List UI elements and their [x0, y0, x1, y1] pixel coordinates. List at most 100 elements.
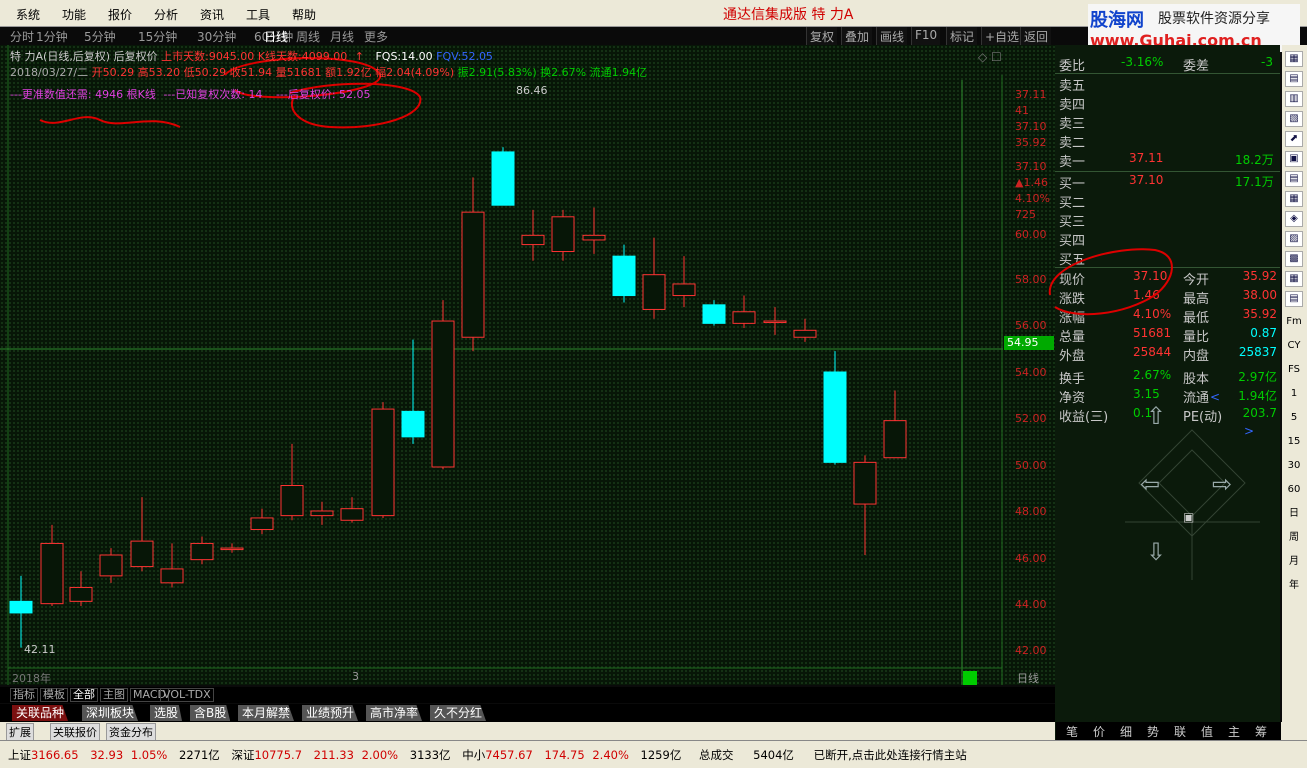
- side-period-button[interactable]: 30: [1285, 459, 1303, 475]
- candle-body[interactable]: [40, 542, 64, 605]
- candle-body[interactable]: [793, 329, 817, 338]
- tab-fund-dist[interactable]: 资金分布: [106, 723, 156, 741]
- tick-tab[interactable]: 势: [1147, 723, 1159, 740]
- arrow-down-icon[interactable]: ⇩: [1146, 538, 1166, 566]
- tick-tab[interactable]: 笔: [1066, 723, 1078, 740]
- candle-body[interactable]: [461, 211, 485, 338]
- side-tool-icon[interactable]: ▤: [1285, 71, 1303, 87]
- side-tool-icon[interactable]: ▦: [1285, 191, 1303, 207]
- tab-stock-pick[interactable]: 选股: [150, 705, 183, 721]
- arrow-up-icon[interactable]: ⇧: [1146, 402, 1166, 430]
- side-period-button[interactable]: 1: [1285, 387, 1303, 403]
- menu-help[interactable]: 帮助: [292, 6, 316, 23]
- menu-function[interactable]: 功能: [62, 6, 86, 23]
- side-tool-icon[interactable]: ▨: [1285, 231, 1303, 247]
- tick-tab[interactable]: 细: [1120, 723, 1132, 740]
- connection-status[interactable]: 已断开,点击此处连接行情主站: [814, 748, 967, 762]
- tab-no-dividend[interactable]: 久不分红: [430, 705, 487, 721]
- candle-body[interactable]: [642, 274, 666, 310]
- tick-tab[interactable]: 价: [1093, 723, 1105, 740]
- side-period-button[interactable]: Fm: [1285, 315, 1303, 331]
- candle-body[interactable]: [401, 410, 425, 438]
- candle-body[interactable]: [280, 485, 304, 517]
- arrow-right-icon[interactable]: ⇨: [1212, 470, 1232, 498]
- menu-quote[interactable]: 报价: [108, 6, 132, 23]
- candle-body[interactable]: [220, 547, 244, 551]
- tick-tab[interactable]: 主: [1228, 723, 1240, 740]
- tick-tab[interactable]: 值: [1201, 723, 1213, 740]
- side-tool-icon[interactable]: ▥: [1285, 91, 1303, 107]
- side-period-button[interactable]: 60: [1285, 483, 1303, 499]
- candle-body[interactable]: [69, 586, 93, 602]
- candle-body[interactable]: [521, 234, 545, 246]
- tick-tab[interactable]: 联: [1174, 723, 1186, 740]
- candle-body[interactable]: [160, 568, 184, 584]
- menu-system[interactable]: 系统: [16, 6, 40, 23]
- side-period-button[interactable]: FS: [1285, 363, 1303, 379]
- tab-b-share[interactable]: 含B股: [190, 705, 231, 721]
- back-button[interactable]: 返回: [1020, 27, 1052, 45]
- tab-main-chart[interactable]: 主图: [100, 688, 128, 702]
- side-tool-icon[interactable]: ▩: [1285, 251, 1303, 267]
- candle-body[interactable]: [763, 320, 787, 324]
- candle-body[interactable]: [371, 408, 395, 517]
- menu-news[interactable]: 资讯: [200, 6, 224, 23]
- f10-button[interactable]: F10: [911, 27, 941, 45]
- side-period-button[interactable]: 日: [1285, 507, 1303, 523]
- add-watchlist-button[interactable]: +自选: [981, 27, 1023, 45]
- side-tool-icon[interactable]: ▦: [1285, 51, 1303, 67]
- candle-body[interactable]: [883, 420, 907, 459]
- tab-period-more[interactable]: 更多: [364, 28, 388, 45]
- candle-body[interactable]: [491, 151, 515, 206]
- candle-body[interactable]: [9, 600, 33, 614]
- tab-vol-tdx[interactable]: VOL-TDX: [160, 688, 214, 702]
- kline-chart[interactable]: [0, 45, 1055, 685]
- side-period-button[interactable]: 周: [1285, 531, 1303, 547]
- candle-body[interactable]: [582, 234, 606, 241]
- candle-body[interactable]: [310, 510, 334, 517]
- candle-body[interactable]: [130, 540, 154, 568]
- candle-body[interactable]: [551, 216, 575, 253]
- tab-period-15min[interactable]: 15分钟: [138, 28, 177, 45]
- draw-button[interactable]: 画线: [876, 27, 908, 45]
- candle-body[interactable]: [853, 461, 877, 505]
- tab-extend[interactable]: 扩展: [6, 723, 34, 741]
- candle-body[interactable]: [732, 311, 756, 324]
- side-tool-icon[interactable]: ◈: [1285, 211, 1303, 227]
- tab-period-30min[interactable]: 30分钟: [197, 28, 236, 45]
- tab-earnings-up[interactable]: 业绩预升: [302, 705, 359, 721]
- tab-period-month[interactable]: 月线: [330, 28, 354, 45]
- tab-sz-board[interactable]: 深圳板块: [82, 705, 139, 721]
- tab-period-5min[interactable]: 5分钟: [84, 28, 116, 45]
- side-period-button[interactable]: CY: [1285, 339, 1303, 355]
- tab-related[interactable]: 关联品种: [12, 705, 69, 721]
- candle-body[interactable]: [612, 255, 636, 297]
- tab-period-1min[interactable]: 1分钟: [36, 28, 68, 45]
- side-tool-icon[interactable]: ▤: [1285, 171, 1303, 187]
- candle-body[interactable]: [823, 371, 847, 463]
- layout-icons[interactable]: ◇ ☐: [978, 50, 1002, 64]
- tab-period-week[interactable]: 周线: [296, 28, 320, 45]
- candle-body[interactable]: [99, 554, 123, 577]
- side-tool-icon[interactable]: ▣: [1285, 151, 1303, 167]
- arrow-left-icon[interactable]: ⇦: [1140, 470, 1160, 498]
- tick-tab[interactable]: 筹: [1255, 723, 1267, 740]
- side-period-button[interactable]: 月: [1285, 555, 1303, 571]
- center-icon[interactable]: ▣: [1183, 510, 1194, 524]
- side-period-button[interactable]: 15: [1285, 435, 1303, 451]
- mark-button[interactable]: 标记: [946, 27, 978, 45]
- side-tool-icon[interactable]: ▦: [1285, 271, 1303, 287]
- tab-indicator[interactable]: 指标: [10, 688, 38, 702]
- fuquan-button[interactable]: 复权: [806, 27, 838, 45]
- side-tool-icon[interactable]: ▤: [1285, 291, 1303, 307]
- tab-template[interactable]: 模板: [40, 688, 68, 702]
- side-tool-icon[interactable]: ⬈: [1285, 131, 1303, 147]
- side-period-button[interactable]: 5: [1285, 411, 1303, 427]
- candle-body[interactable]: [702, 304, 726, 324]
- tab-period-fenshi[interactable]: 分时: [10, 28, 34, 45]
- candle-body[interactable]: [672, 283, 696, 297]
- tab-related-quote[interactable]: 关联报价: [50, 723, 100, 741]
- collapse-left-icon[interactable]: <: [1210, 390, 1220, 404]
- side-period-button[interactable]: 年: [1285, 579, 1303, 595]
- expand-right-icon[interactable]: >: [1244, 424, 1254, 438]
